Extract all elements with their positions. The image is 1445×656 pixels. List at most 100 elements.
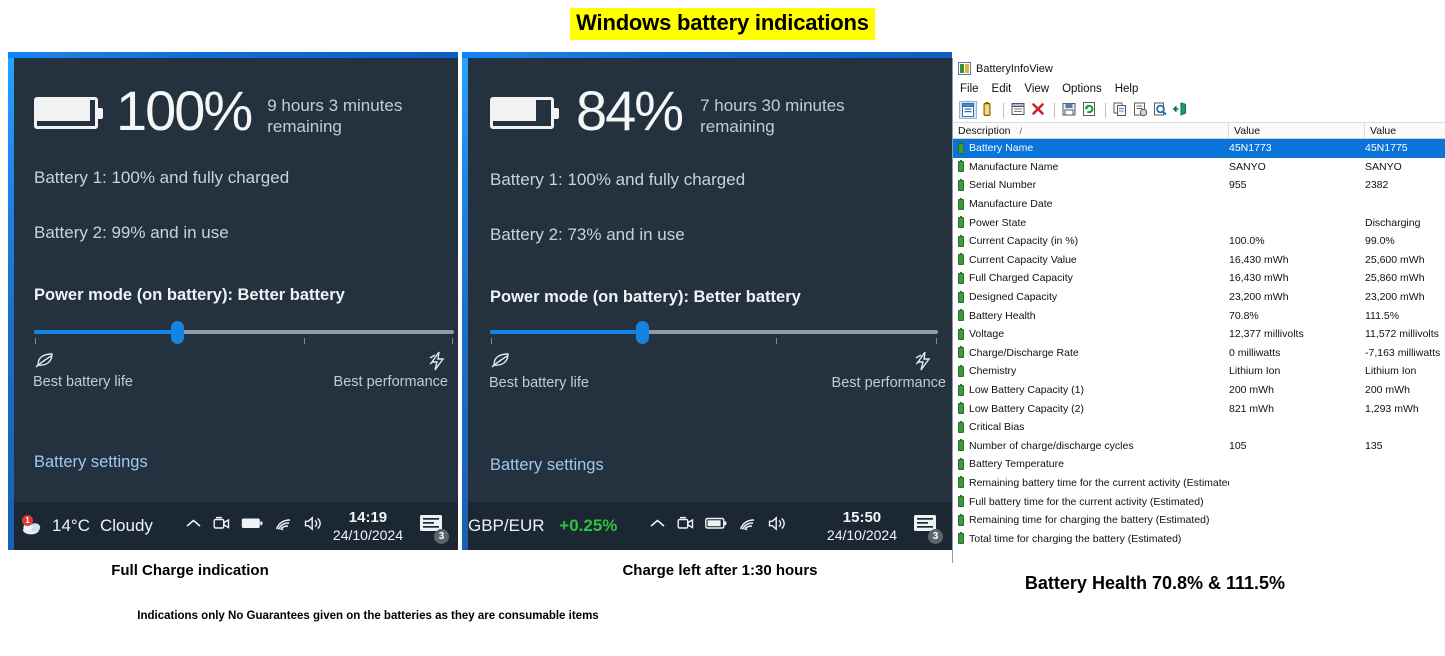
- taskbar-clock[interactable]: 14:19 24/10/2024: [333, 509, 403, 542]
- find-icon[interactable]: [1152, 101, 1170, 119]
- table-row[interactable]: Remaining time for charging the battery …: [953, 511, 1445, 530]
- slider-thumb[interactable]: [636, 321, 649, 344]
- volume-icon[interactable]: [304, 516, 323, 536]
- column-header-description[interactable]: Description /: [953, 123, 1229, 138]
- table-row[interactable]: Critical Bias: [953, 418, 1445, 437]
- cell-value-1: 12,377 millivolts: [1229, 328, 1304, 341]
- refresh-icon[interactable]: [1081, 101, 1099, 119]
- table-row[interactable]: Number of charge/discharge cycles 105 135: [953, 437, 1445, 456]
- save-icon[interactable]: [1061, 101, 1079, 119]
- row-battery-icon: [953, 234, 969, 247]
- table-row[interactable]: Battery Health 70.8% 111.5%: [953, 306, 1445, 325]
- window-icon[interactable]: [1010, 101, 1028, 119]
- battery-icon[interactable]: [979, 101, 997, 119]
- taskbar: 1 14°C Cloudy 14:19 24/10/2024 3: [14, 502, 458, 550]
- menu-file[interactable]: File: [960, 83, 979, 95]
- battery-settings-link[interactable]: Battery settings: [490, 456, 604, 475]
- battery-icon: [34, 97, 103, 129]
- fx-pair-label: GBP/EUR: [468, 516, 545, 535]
- table-row[interactable]: Battery Name 45N1773 45N1775: [953, 139, 1445, 158]
- menu-edit[interactable]: Edit: [992, 83, 1012, 95]
- cell-value-2: 135: [1365, 439, 1383, 452]
- camera-icon[interactable]: [213, 516, 230, 536]
- menu-help[interactable]: Help: [1115, 83, 1139, 95]
- cell-value-2: 23,200 mWh: [1365, 291, 1425, 304]
- camera-icon[interactable]: [677, 516, 694, 536]
- column-header-value-2[interactable]: Value: [1365, 123, 1445, 138]
- wifi-icon[interactable]: [274, 517, 293, 536]
- row-battery-icon: [953, 197, 969, 210]
- table-row[interactable]: Chemistry Lithium Ion Lithium Ion: [953, 362, 1445, 381]
- column-header-value-1[interactable]: Value: [1229, 123, 1365, 138]
- table-row[interactable]: Manufacture Date: [953, 195, 1445, 214]
- battery-summary: 84% 7 hours 30 minutes remaining: [490, 83, 860, 139]
- action-center-button[interactable]: 3: [419, 513, 449, 544]
- fx-ticker[interactable]: GBP/EUR +0.25%: [468, 516, 617, 536]
- power-mode-slider[interactable]: [490, 330, 938, 334]
- table-row[interactable]: Full battery time for the current activi…: [953, 492, 1445, 511]
- action-center-badge: 3: [434, 529, 449, 544]
- slider-tick: [35, 338, 36, 344]
- exit-icon[interactable]: [1172, 101, 1190, 119]
- cell-value-2: 99.0%: [1365, 235, 1395, 248]
- toolbar-separator: [1105, 102, 1106, 118]
- volume-icon[interactable]: [768, 516, 787, 536]
- table-row[interactable]: Low Battery Capacity (2) 821 mWh 1,293 mWh: [953, 399, 1445, 418]
- table-row[interactable]: Low Battery Capacity (1) 200 mWh 200 mWh: [953, 381, 1445, 400]
- cell-value-1: 16,430 mWh: [1229, 253, 1289, 266]
- row-battery-icon: [953, 253, 969, 266]
- battery-icon: [490, 97, 559, 129]
- menu-options[interactable]: Options: [1062, 83, 1102, 95]
- cell-description: Critical Bias: [969, 421, 1025, 434]
- table-row[interactable]: Manufacture Name SANYO SANYO: [953, 158, 1445, 177]
- slider-thumb[interactable]: [171, 321, 184, 344]
- table-row[interactable]: Serial Number 955 2382: [953, 176, 1445, 195]
- cell-value-1: Lithium Ion: [1229, 365, 1281, 378]
- row-battery-icon: [953, 383, 969, 396]
- properties-icon[interactable]: [959, 101, 977, 119]
- battery-settings-link[interactable]: Battery settings: [34, 453, 148, 472]
- lightning-bolt-icon: [427, 350, 449, 377]
- table-row[interactable]: Charge/Discharge Rate 0 milliwatts -7,163 …: [953, 344, 1445, 363]
- table-row[interactable]: Voltage 12,377 millivolts 11,572 millivolt…: [953, 325, 1445, 344]
- weather-widget[interactable]: 1 14°C Cloudy: [22, 515, 153, 536]
- battery-1-status: Battery 1: 100% and fully charged: [490, 170, 746, 189]
- tray-icons: [649, 516, 787, 536]
- table-row[interactable]: Current Capacity (in %) 100.0% 99.0%: [953, 232, 1445, 251]
- menu-view[interactable]: View: [1024, 83, 1049, 95]
- leaf-icon: [33, 350, 57, 375]
- row-battery-icon: [953, 476, 969, 489]
- wifi-icon[interactable]: [738, 517, 757, 536]
- copy-icon[interactable]: [1112, 101, 1130, 119]
- table-row[interactable]: Remaining battery time for the current a…: [953, 474, 1445, 493]
- cell-value-2: 200 mWh: [1365, 384, 1410, 397]
- cell-description: Number of charge/discharge cycles: [969, 439, 1134, 452]
- cell-value-2: Discharging: [1365, 216, 1421, 229]
- window-titlebar: BatteryInfoView: [953, 58, 1445, 79]
- cell-description: Low Battery Capacity (2): [969, 402, 1084, 415]
- lightning-bolt-icon: [913, 350, 935, 377]
- cell-description: Voltage: [969, 328, 1005, 341]
- table-row[interactable]: Power State Discharging: [953, 213, 1445, 232]
- show-hidden-icons-chevron-icon[interactable]: [185, 517, 202, 535]
- show-hidden-icons-chevron-icon[interactable]: [649, 517, 666, 535]
- tray-battery-icon[interactable]: [241, 517, 263, 535]
- action-center-button[interactable]: 3: [913, 513, 943, 544]
- tray-icons: [185, 516, 323, 536]
- delete-icon[interactable]: [1030, 101, 1048, 119]
- options-icon[interactable]: [1132, 101, 1150, 119]
- table-row[interactable]: Current Capacity Value 16,430 mWh 25,600 m…: [953, 251, 1445, 270]
- cell-description: Power State: [969, 216, 1027, 229]
- battery-percent: 84%: [576, 79, 684, 142]
- table-row[interactable]: Total time for charging the battery (Est…: [953, 529, 1445, 548]
- taskbar-clock[interactable]: 15:50 24/10/2024: [827, 509, 897, 542]
- cell-value-2: 2382: [1365, 179, 1389, 192]
- cell-value-1: SANYO: [1229, 160, 1266, 173]
- slider-fill: [490, 330, 642, 334]
- power-mode-slider[interactable]: [34, 330, 454, 334]
- table-row[interactable]: Full Charged Capacity 16,430 mWh 25,860 mW…: [953, 269, 1445, 288]
- table-row[interactable]: Designed Capacity 23,200 mWh 23,200 mWh: [953, 288, 1445, 307]
- tray-battery-icon[interactable]: [705, 517, 727, 535]
- table-row[interactable]: Battery Temperature: [953, 455, 1445, 474]
- column-headers: Description / Value Value: [953, 122, 1445, 139]
